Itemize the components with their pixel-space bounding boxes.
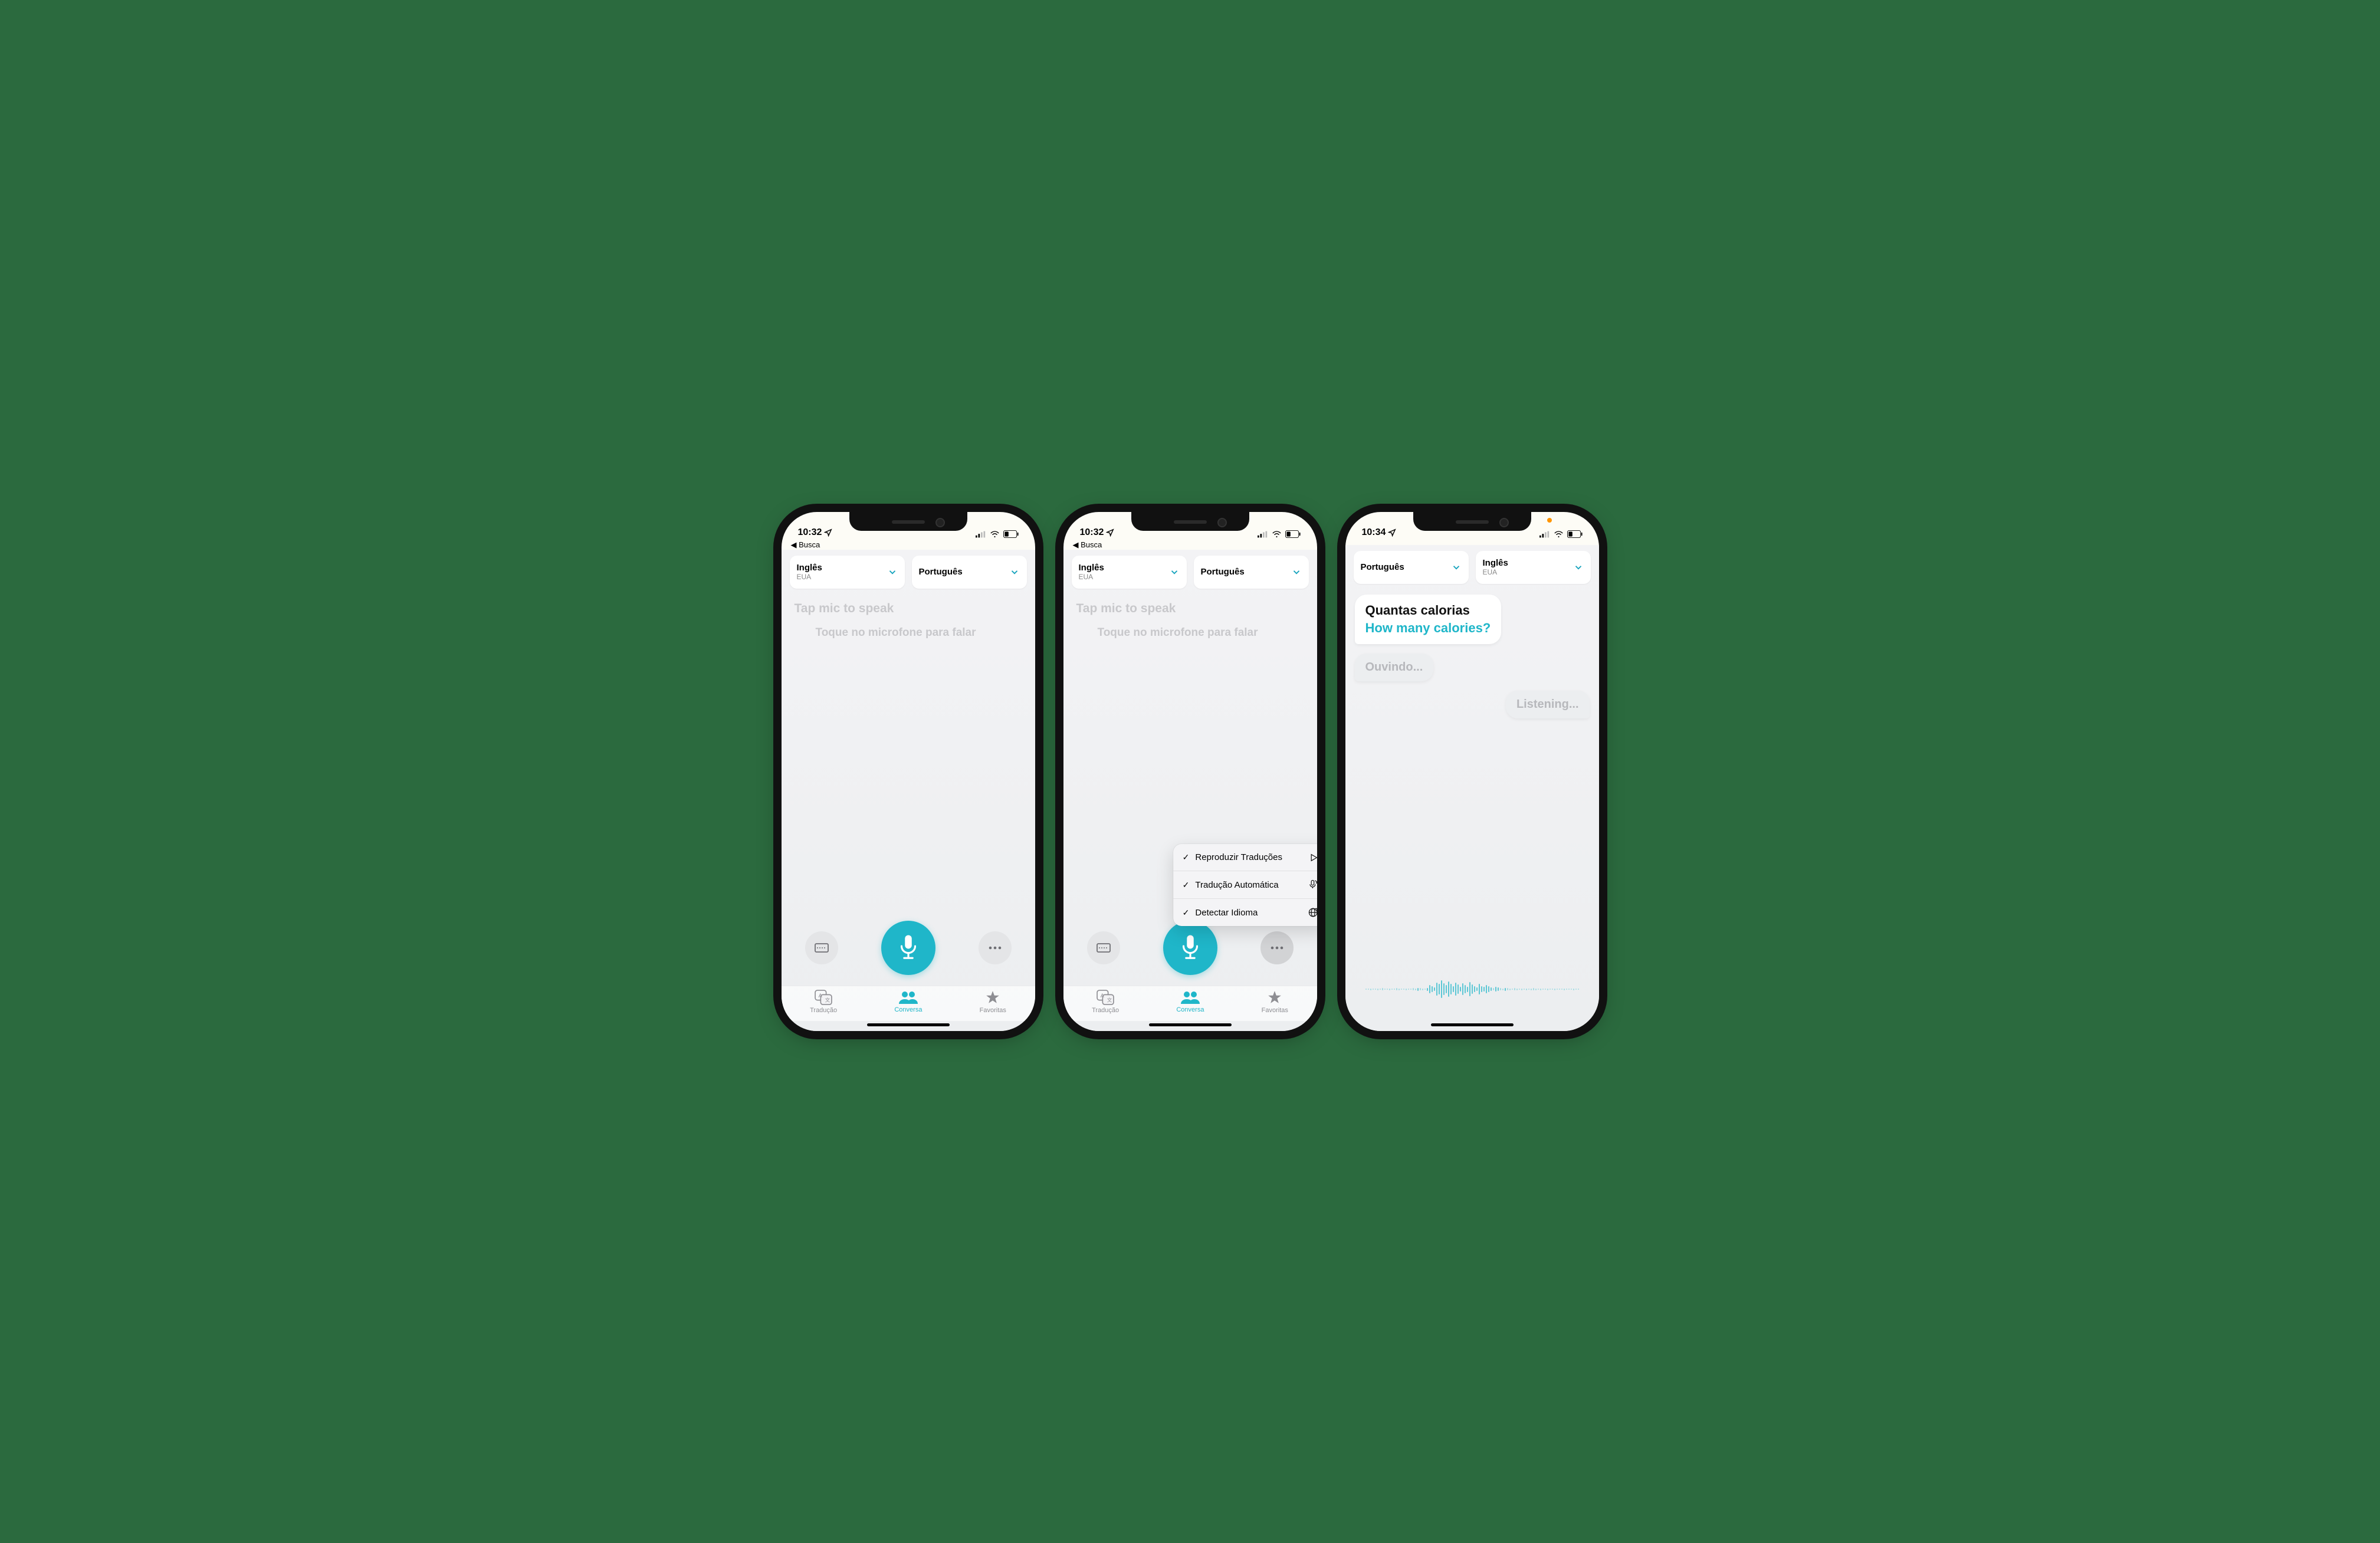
- tab-conversation[interactable]: Conversa: [894, 990, 922, 1013]
- home-indicator[interactable]: [1149, 1023, 1232, 1026]
- chevron-down-icon: [1573, 562, 1584, 573]
- cellular-icon: [976, 531, 986, 538]
- location-icon: [824, 528, 832, 537]
- svg-text:文: 文: [1107, 997, 1112, 1003]
- play-icon: [1309, 853, 1317, 862]
- language-name: Português: [919, 567, 963, 577]
- chevron-down-icon: [1291, 567, 1302, 577]
- prompt-area: Tap mic to speak Toque no microfone para…: [1063, 595, 1317, 646]
- listening-bubble-target: Listening...: [1506, 691, 1590, 718]
- more-options-button[interactable]: [979, 931, 1012, 964]
- tab-translation[interactable]: A文 Tradução: [1092, 990, 1119, 1014]
- back-to-search[interactable]: ◀ Busca: [782, 539, 1035, 550]
- language-name: Inglês: [797, 563, 822, 573]
- chevron-down-icon: [1009, 567, 1020, 577]
- battery-icon: [1285, 530, 1301, 538]
- tab-bar: A文 Tradução Conversa Favoritas: [782, 986, 1035, 1021]
- checkmark-icon: ✓: [1183, 908, 1190, 918]
- checkmark-icon: ✓: [1183, 880, 1190, 890]
- status-bar: 10:34: [1345, 512, 1599, 539]
- microphone-button[interactable]: [1163, 921, 1217, 975]
- translation-icon: A文: [1097, 990, 1114, 1005]
- svg-text:A: A: [1101, 993, 1105, 999]
- prompt-area: Tap mic to speak Toque no microfone para…: [782, 595, 1035, 646]
- microphone-icon: [1180, 934, 1201, 961]
- keyboard-icon: [815, 943, 829, 953]
- wifi-icon: [1272, 531, 1282, 538]
- chevron-down-icon: [1169, 567, 1180, 577]
- language-selector-target[interactable]: Inglês EUA: [1476, 551, 1591, 584]
- status-time: 10:32: [1080, 527, 1104, 538]
- star-icon: [984, 990, 1001, 1005]
- menu-item-play-translations[interactable]: ✓Reproduzir Traduções: [1173, 844, 1317, 871]
- menu-item-auto-translate[interactable]: ✓Tradução Automática: [1173, 871, 1317, 899]
- language-selector-target[interactable]: Português: [912, 556, 1027, 589]
- language-selector-source[interactable]: Inglês EUA: [790, 556, 905, 589]
- original-text: Quantas calorias: [1365, 603, 1491, 618]
- wifi-icon: [1554, 531, 1564, 538]
- back-to-search[interactable]: ◀ Busca: [1063, 539, 1317, 550]
- menu-item-detect-language[interactable]: ✓Detectar Idioma: [1173, 899, 1317, 926]
- translation-result-bubble[interactable]: Quantas calorias How many calories?: [1355, 595, 1502, 644]
- language-selector-source[interactable]: Inglês EUA: [1072, 556, 1187, 589]
- keyboard-input-button[interactable]: [1087, 931, 1120, 964]
- cellular-icon: [1258, 531, 1268, 538]
- phone-mockup-3: 10:34 Português Inglês EUA: [1345, 512, 1599, 1031]
- microphone-icon: [898, 934, 919, 961]
- location-icon: [1106, 528, 1114, 537]
- checkmark-icon: ✓: [1183, 852, 1190, 862]
- status-bar: 10:32: [782, 512, 1035, 539]
- language-selector-source[interactable]: Português: [1354, 551, 1469, 584]
- chevron-down-icon: [1451, 562, 1462, 573]
- star-icon: [1266, 990, 1283, 1005]
- globe-icon: [1308, 907, 1317, 918]
- cellular-icon: [1539, 531, 1550, 538]
- more-options-button[interactable]: [1260, 931, 1294, 964]
- microphone-button[interactable]: [881, 921, 935, 975]
- listening-bubble-source: Ouvindo...: [1355, 654, 1434, 681]
- translation-icon: A文: [815, 990, 832, 1005]
- tab-favorites[interactable]: Favoritas: [980, 990, 1006, 1014]
- audio-waveform: [1355, 974, 1590, 1004]
- svg-text:A: A: [819, 993, 823, 999]
- translated-text: How many calories?: [1365, 621, 1491, 636]
- tab-conversation[interactable]: Conversa: [1176, 990, 1204, 1013]
- language-selector-target[interactable]: Português: [1194, 556, 1309, 589]
- status-time: 10:34: [1362, 527, 1386, 538]
- home-indicator[interactable]: [867, 1023, 950, 1026]
- mic-auto-icon: [1308, 879, 1317, 890]
- language-region: EUA: [797, 573, 822, 582]
- context-menu: ✓Reproduzir Traduções ✓Tradução Automáti…: [1173, 844, 1317, 926]
- wifi-icon: [990, 531, 1000, 538]
- home-indicator[interactable]: [1431, 1023, 1514, 1026]
- tab-bar: A文 Tradução Conversa Favoritas: [1063, 986, 1317, 1021]
- people-icon: [1180, 990, 1200, 1004]
- phone-mockup-2: 10:32 ◀ Busca Inglês EUA Português: [1063, 512, 1317, 1031]
- prompt-source-language: Tap mic to speak: [795, 602, 1022, 616]
- tab-favorites[interactable]: Favoritas: [1262, 990, 1288, 1014]
- prompt-target-language: Toque no microfone para falar: [795, 626, 1022, 639]
- phone-mockup-1: 10:32 ◀ Busca Inglês EUA Português: [782, 512, 1035, 1031]
- status-time: 10:32: [798, 527, 822, 538]
- status-bar: 10:32: [1063, 512, 1317, 539]
- battery-icon: [1003, 530, 1019, 538]
- keyboard-icon: [1097, 943, 1111, 953]
- location-icon: [1388, 528, 1396, 537]
- keyboard-input-button[interactable]: [805, 931, 838, 964]
- chevron-down-icon: [887, 567, 898, 577]
- tab-translation[interactable]: A文 Tradução: [810, 990, 837, 1014]
- battery-icon: [1567, 530, 1583, 538]
- people-icon: [898, 990, 918, 1004]
- svg-text:文: 文: [825, 997, 830, 1003]
- ellipsis-icon: [988, 946, 1002, 950]
- ellipsis-icon: [1270, 946, 1284, 950]
